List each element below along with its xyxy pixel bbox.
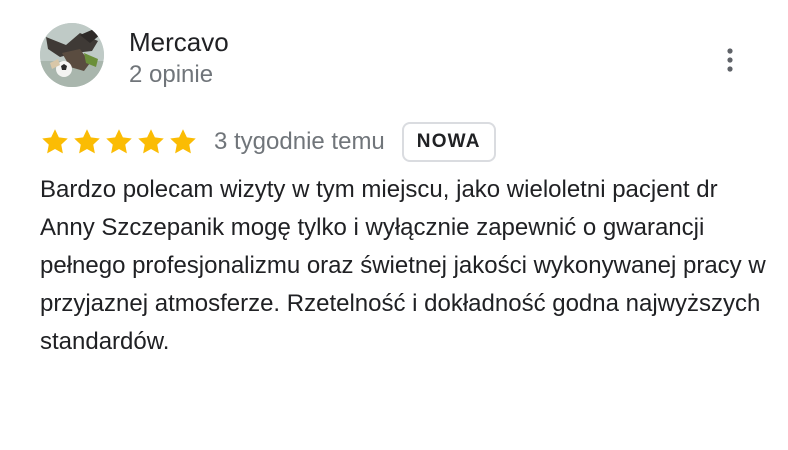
reviewer-review-count[interactable]: 2 opinie (129, 60, 213, 90)
star-icon (170, 129, 196, 154)
review-card: Mercavo 2 opinie 3 tygodnie temu NOWA Ba… (0, 0, 788, 450)
star-rating (40, 120, 200, 164)
more-vert-icon (727, 48, 733, 72)
new-badge: NOWA (401, 122, 496, 162)
star-icon (138, 129, 164, 154)
review-date: 3 tygodnie temu (214, 128, 385, 155)
star-icon (106, 129, 132, 154)
star-icon (74, 129, 100, 154)
reviewer-name[interactable]: Mercavo (129, 26, 229, 58)
rating-row: 3 tygodnie temu NOWA (40, 120, 496, 164)
avatar-photo-icon (40, 23, 104, 87)
avatar[interactable] (40, 23, 104, 87)
star-icon (42, 129, 68, 154)
review-text: Bardzo polecam wizyty w tym miejscu, jak… (40, 176, 766, 355)
more-options-button[interactable] (714, 40, 746, 80)
